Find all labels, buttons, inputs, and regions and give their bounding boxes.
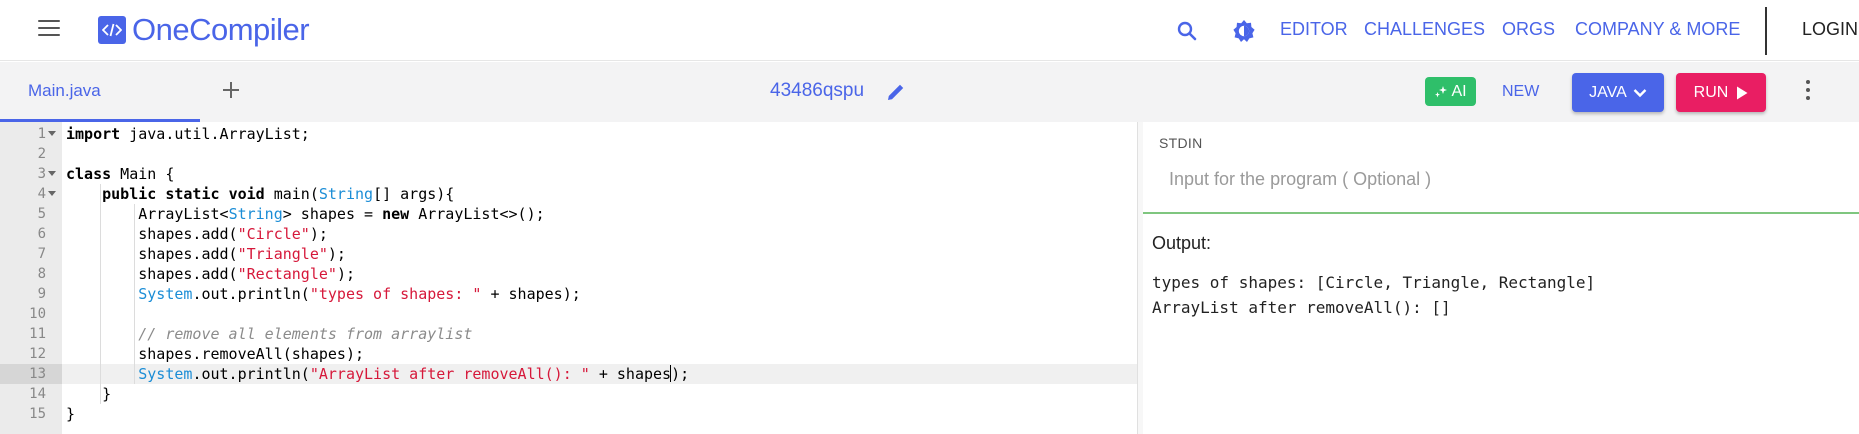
stdin-input[interactable] — [1159, 164, 1849, 194]
ai-button[interactable]: AI — [1425, 77, 1476, 106]
line-number: 5 — [37, 206, 46, 222]
brand-name: OneCompiler — [132, 12, 310, 47]
output-line: types of shapes: [Circle, Triangle, Rect… — [1152, 273, 1596, 292]
chevron-down-icon — [1633, 88, 1647, 97]
code-line[interactable]: 4 public static void main(String[] args)… — [0, 184, 1137, 204]
language-select-button[interactable]: JAVA — [1572, 73, 1664, 112]
line-number: 7 — [37, 246, 46, 262]
stdin-label: STDIN — [1159, 135, 1203, 151]
line-number: 15 — [29, 406, 46, 422]
run-button[interactable]: RUN — [1676, 73, 1766, 112]
fold-arrow-icon[interactable] — [48, 191, 56, 196]
pencil-icon[interactable] — [886, 82, 906, 102]
tab-main-java[interactable]: Main.java — [0, 62, 200, 122]
code-line[interactable]: 2 — [0, 144, 1137, 164]
ai-button-label: AI — [1451, 82, 1467, 100]
code-text: System.out.println("types of shapes: " +… — [138, 285, 581, 303]
code-line[interactable]: 8 shapes.add("Rectangle"); — [0, 264, 1137, 284]
login-link[interactable]: LOGIN — [1802, 19, 1858, 40]
code-line[interactable]: 11 // remove all elements from arraylist — [0, 324, 1137, 344]
io-panel: STDIN Output: types of shapes: [Circle, … — [1143, 122, 1859, 434]
code-line[interactable]: 5 ArrayList<String> shapes = new ArrayLi… — [0, 204, 1137, 224]
nav-company-link[interactable]: COMPANY & MORE — [1575, 19, 1740, 40]
new-button[interactable]: NEW — [1502, 83, 1539, 101]
nav-editor-link[interactable]: EDITOR — [1280, 19, 1348, 40]
code-text: } — [66, 385, 112, 403]
fold-arrow-icon[interactable] — [48, 131, 56, 136]
code-text: public static void main(String[] args){ — [102, 185, 455, 203]
more-vertical-icon[interactable] — [1802, 80, 1814, 104]
output-label: Output: — [1152, 233, 1212, 253]
line-number: 10 — [29, 306, 46, 322]
code-text: shapes.add("Rectangle"); — [66, 265, 355, 283]
nav-challenges-link[interactable]: CHALLENGES — [1364, 19, 1485, 40]
line-number: 8 — [37, 266, 46, 282]
line-number: 13 — [0, 364, 62, 384]
code-text: System.out.println("ArrayList after remo… — [138, 365, 690, 383]
sparkle-icon — [1435, 85, 1448, 97]
language-label: JAVA — [1589, 83, 1627, 101]
line-number: 11 — [29, 326, 46, 342]
code-line[interactable]: 15} — [0, 404, 1137, 424]
fiddle-id-title[interactable]: 43486qspu — [770, 80, 864, 102]
menu-icon[interactable] — [38, 20, 60, 38]
line-number: 14 — [29, 386, 46, 402]
code-text: } — [66, 405, 76, 423]
code-text: shapes.removeAll(shapes); — [66, 345, 365, 363]
code-line[interactable]: 14 } — [0, 384, 1137, 404]
theme-toggle-icon[interactable] — [1232, 19, 1256, 43]
code-line[interactable]: 12 shapes.removeAll(shapes); — [0, 344, 1137, 364]
line-number: 2 — [37, 146, 46, 162]
search-icon[interactable] — [1176, 20, 1198, 42]
editor-toolbar: Main.java 43486qspu AI NEW JAVA RUN — [0, 62, 1859, 122]
tab-label: Main.java — [28, 81, 101, 100]
code-text: shapes.add("Circle"); — [66, 225, 328, 243]
code-line[interactable]: 3 class Main { — [0, 164, 1137, 184]
code-text: import java.util.ArrayList; — [66, 125, 310, 143]
top-navbar: OneCompiler EDITOR CHALLENGES ORGS COMPA… — [0, 0, 1859, 61]
fold-arrow-icon[interactable] — [48, 171, 56, 176]
brand-logo-link[interactable]: OneCompiler — [98, 12, 310, 48]
line-number: 6 — [37, 226, 46, 242]
code-logo-icon — [98, 16, 126, 44]
run-button-label: RUN — [1693, 83, 1729, 101]
play-icon — [1737, 86, 1748, 99]
code-line[interactable]: 6 shapes.add("Circle"); — [0, 224, 1137, 244]
indent-guide — [100, 184, 101, 404]
indent-guide — [134, 204, 135, 384]
code-editor[interactable]: 1 import java.util.ArrayList; 2 3 class Main… — [0, 122, 1137, 434]
code-text: ArrayList<String> shapes = new ArrayList… — [66, 205, 545, 223]
code-text: class Main { — [66, 165, 175, 183]
nav-divider — [1765, 7, 1767, 55]
line-number: 12 — [29, 346, 46, 362]
code-line[interactable]: 10 — [0, 304, 1137, 324]
code-line[interactable]: 1 import java.util.ArrayList; — [0, 124, 1137, 144]
line-number: 9 — [37, 286, 46, 302]
code-line[interactable]: 9 System.out.println("types of shapes: "… — [0, 284, 1137, 304]
code-text: shapes.add("Triangle"); — [66, 245, 346, 263]
code-line[interactable]: 7 shapes.add("Triangle"); — [0, 244, 1137, 264]
plus-icon[interactable] — [220, 79, 242, 101]
stdin-underline — [1143, 212, 1859, 214]
code-text: // remove all elements from arraylist — [138, 325, 473, 343]
editor-border — [1137, 122, 1138, 434]
code-line[interactable]: 13 System.out.println("ArrayList after r… — [0, 364, 1137, 384]
output-line: ArrayList after removeAll(): [] — [1152, 298, 1451, 317]
nav-orgs-link[interactable]: ORGS — [1502, 19, 1555, 40]
